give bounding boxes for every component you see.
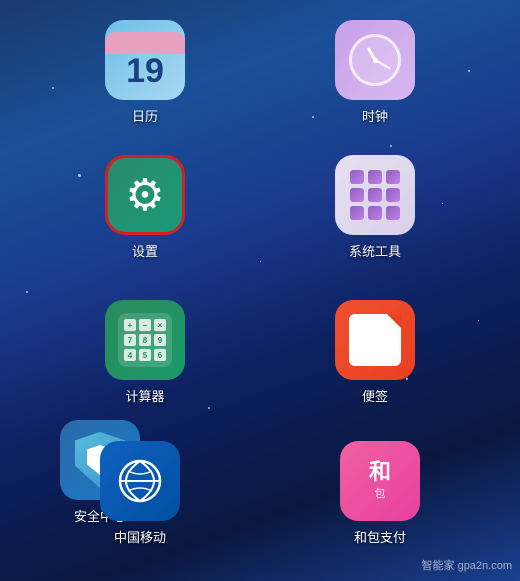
app-calendar[interactable]: 19 日历 (105, 20, 185, 125)
he-package-label: 和包支付 (354, 527, 406, 546)
watermark: 智能家 gpa2n.com (422, 557, 512, 573)
calc-btn-9: 6 (154, 349, 166, 361)
app-notes[interactable]: 便签 (335, 300, 415, 405)
app-calculator[interactable]: + − × 7 8 9 4 5 6 计算器 (105, 300, 185, 405)
calculator-icon: + − × 7 8 9 4 5 6 (105, 300, 185, 380)
sys-dot-6 (386, 188, 400, 202)
china-mobile-icon (100, 441, 180, 521)
sys-dot-8 (368, 206, 382, 220)
calendar-top-bar (105, 32, 185, 54)
phone-screen: 19 日历 时钟 ⚙ 设置 (0, 0, 520, 581)
sys-dot-1 (350, 170, 364, 184)
notes-fold (387, 314, 401, 328)
calc-btn-6: 9 (154, 334, 166, 346)
calc-btn-5: 8 (139, 334, 151, 346)
notes-icon (335, 300, 415, 380)
calculator-label: 计算器 (125, 386, 164, 405)
sys-dot-9 (386, 206, 400, 220)
gear-icon: ⚙ (125, 170, 164, 221)
settings-label: 设置 (132, 241, 158, 260)
calc-btn-8: 5 (139, 349, 151, 361)
calc-btn-7: 4 (124, 349, 136, 361)
sys-dot-3 (386, 170, 400, 184)
hepack-sub: 包 (375, 485, 386, 501)
system-tools-icon (335, 155, 415, 235)
calc-grid: + − × 7 8 9 4 5 6 (118, 313, 172, 367)
calendar-label: 日历 (132, 106, 158, 125)
china-mobile-label: 中国移动 (114, 527, 166, 546)
clock-label: 时钟 (362, 106, 388, 125)
calc-btn-4: 7 (124, 334, 136, 346)
calendar-date: 19 (126, 54, 164, 88)
calc-btn-1: + (124, 319, 136, 331)
notes-label: 便签 (362, 386, 388, 405)
app-china-mobile[interactable]: 中国移动 (100, 441, 180, 546)
calc-btn-2: − (139, 319, 151, 331)
he-package-icon: 和 包 (340, 441, 420, 521)
app-he-package[interactable]: 和 包 和包支付 (340, 441, 420, 546)
app-system-tools[interactable]: 系统工具 (335, 155, 415, 260)
settings-icon: ⚙ (105, 155, 185, 235)
sys-dot-4 (350, 188, 364, 202)
sys-dot-2 (368, 170, 382, 184)
calc-btn-3: × (154, 319, 166, 331)
clock-icon (335, 20, 415, 100)
app-settings[interactable]: ⚙ 设置 (105, 155, 185, 260)
hepack-chinese: 和 (369, 461, 391, 483)
sys-dot-7 (350, 206, 364, 220)
app-clock[interactable]: 时钟 (335, 20, 415, 125)
sys-dot-5 (368, 188, 382, 202)
bottom-dock: 中国移动 和 包 和包支付 (20, 441, 500, 546)
system-tools-label: 系统工具 (349, 241, 401, 260)
notes-paper (349, 314, 401, 366)
system-grid (342, 162, 408, 228)
clock-face (349, 34, 401, 86)
clock-center-dot (373, 58, 378, 63)
cmobile-logo-svg (114, 455, 166, 507)
calendar-icon: 19 (105, 20, 185, 100)
